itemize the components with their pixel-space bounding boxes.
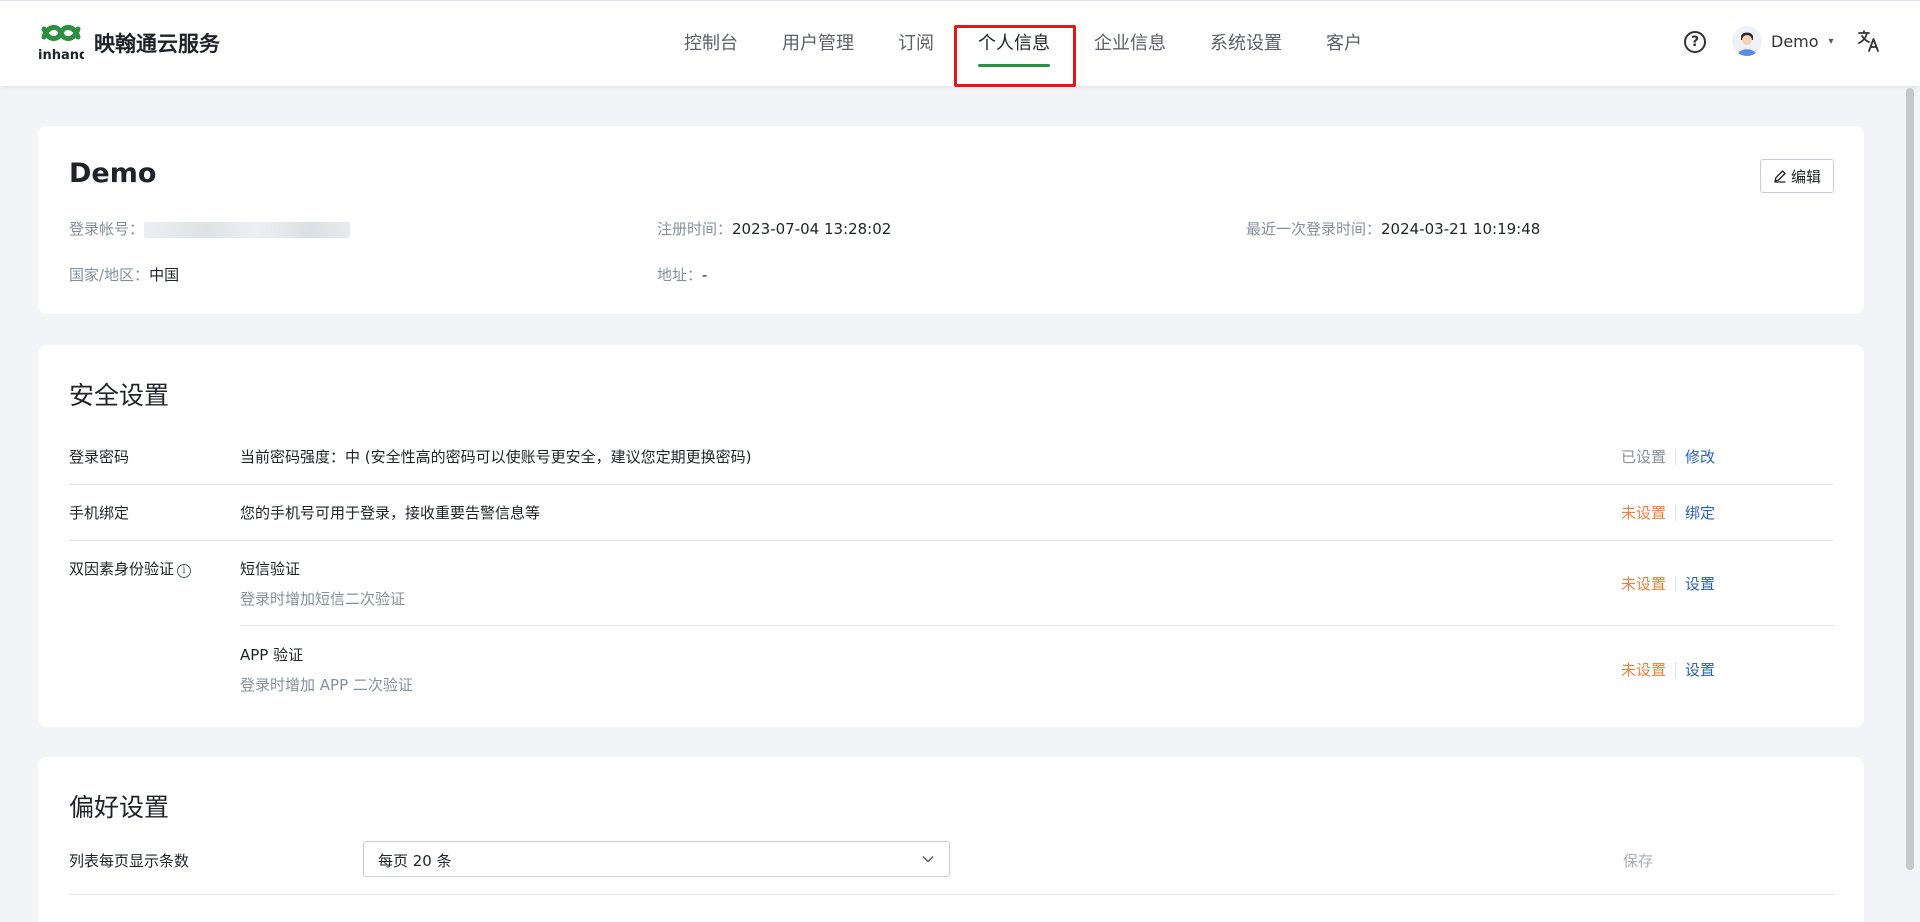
top-header: inhand 映翰通云服务 控制台 用户管理 订阅 个人信息 企业信息 系统设置…	[0, 0, 1920, 87]
svg-text:inhand: inhand	[38, 48, 84, 63]
change-password-link[interactable]: 修改	[1685, 446, 1715, 467]
avatar	[1732, 26, 1762, 56]
user-name: Demo	[1771, 31, 1819, 51]
account-value-blurred	[144, 221, 351, 238]
nav-console[interactable]: 控制台	[662, 1, 760, 87]
nav-customers[interactable]: 客户	[1304, 1, 1384, 87]
password-status: 已设置 修改	[1621, 446, 1715, 467]
save-button[interactable]: 保存	[1623, 850, 1653, 871]
profile-card: Demo 编辑 登录帐号： 注册时间：2023-07-04 13:28:02 最…	[38, 126, 1864, 314]
country-value: 中国	[149, 266, 180, 284]
register-time-label: 注册时间：	[657, 220, 733, 238]
page-size-value: 每页 20 条	[378, 852, 452, 870]
page-scrollbar[interactable]	[1906, 88, 1914, 870]
page-size-select[interactable]: 每页 20 条	[363, 841, 950, 877]
address-value: -	[702, 266, 708, 284]
nav-system-settings[interactable]: 系统设置	[1188, 1, 1304, 87]
register-time-field: 注册时间：2023-07-04 13:28:02	[657, 218, 891, 239]
nav-subscription[interactable]: 订阅	[876, 1, 956, 87]
divider	[1675, 661, 1677, 678]
country-field: 国家/地区：中国	[69, 264, 179, 285]
app-status: 未设置 设置	[1621, 659, 1715, 680]
sms-status: 未设置 设置	[1621, 573, 1715, 594]
edit-button-label: 编辑	[1790, 167, 1821, 186]
twofa-label: 双因素身份验证 i	[69, 558, 192, 579]
nav-company-info[interactable]: 企业信息	[1072, 1, 1188, 87]
password-status-text: 已设置	[1621, 448, 1667, 466]
app-verify-title: APP 验证	[240, 646, 304, 664]
divider	[1675, 448, 1677, 465]
user-menu[interactable]: Demo ▾	[1732, 26, 1834, 56]
translate-icon[interactable]	[1857, 29, 1881, 53]
preferences-title: 偏好设置	[69, 793, 170, 822]
edit-icon	[1774, 170, 1786, 183]
main-nav: 控制台 用户管理 订阅 个人信息 企业信息 系统设置 客户	[662, 1, 1384, 87]
info-icon[interactable]: i	[177, 564, 192, 578]
app-setup-link[interactable]: 设置	[1685, 659, 1715, 680]
sms-verify-sub: 登录时增加短信二次验证	[240, 590, 406, 608]
divider	[69, 894, 1834, 895]
profile-name: Demo	[69, 158, 157, 189]
sms-verify-title: 短信验证	[240, 560, 301, 578]
chevron-down-icon: ▾	[1828, 35, 1834, 47]
password-label: 登录密码	[69, 448, 130, 466]
sms-setup-link[interactable]: 设置	[1685, 573, 1715, 594]
divider	[1675, 504, 1677, 521]
last-login-label: 最近一次登录时间：	[1246, 220, 1382, 238]
security-title: 安全设置	[69, 381, 170, 410]
nav-personal-info[interactable]: 个人信息	[956, 1, 1072, 87]
bind-phone-link[interactable]: 绑定	[1685, 502, 1715, 523]
edit-button[interactable]: 编辑	[1760, 159, 1834, 193]
nav-user-management[interactable]: 用户管理	[760, 1, 876, 87]
account-field: 登录帐号：	[69, 218, 351, 239]
country-label: 国家/地区：	[69, 266, 150, 284]
security-card: 安全设置 登录密码 当前密码强度：中 (安全性高的密码可以使账号更安全，建议您定…	[38, 345, 1864, 727]
divider	[69, 540, 1834, 541]
sms-status-text: 未设置	[1621, 575, 1667, 593]
phone-status-text: 未设置	[1621, 504, 1667, 522]
address-label: 地址：	[657, 266, 703, 284]
last-login-field: 最近一次登录时间：2024-03-21 10:19:48	[1246, 218, 1540, 239]
phone-status: 未设置 绑定	[1621, 502, 1715, 523]
app-status-text: 未设置	[1621, 661, 1667, 679]
twofa-label-text: 双因素身份验证	[69, 560, 175, 578]
inhand-logo-icon: inhand	[38, 25, 84, 63]
divider	[1675, 575, 1677, 592]
divider	[240, 625, 1834, 626]
help-icon[interactable]: ?	[1684, 31, 1706, 53]
phone-desc: 您的手机号可用于登录，接收重要告警信息等	[240, 504, 541, 522]
logo[interactable]: inhand 映翰通云服务	[38, 23, 220, 63]
preferences-card: 偏好设置 列表每页显示条数 每页 20 条 保存	[38, 757, 1864, 922]
last-login-value: 2024-03-21 10:19:48	[1381, 220, 1541, 238]
divider	[69, 484, 1834, 485]
password-desc: 当前密码强度：中 (安全性高的密码可以使账号更安全，建议您定期更换密码)	[240, 448, 752, 466]
account-label: 登录帐号：	[69, 220, 145, 238]
address-field: 地址：-	[657, 264, 707, 285]
register-time-value: 2023-07-04 13:28:02	[732, 220, 892, 238]
brand-name: 映翰通云服务	[94, 32, 220, 56]
app-verify-sub: 登录时增加 APP 二次验证	[240, 676, 413, 694]
chevron-down-icon	[922, 856, 934, 863]
phone-label: 手机绑定	[69, 504, 130, 522]
user-avatar-icon	[1732, 26, 1762, 56]
page-size-label: 列表每页显示条数	[69, 852, 190, 870]
